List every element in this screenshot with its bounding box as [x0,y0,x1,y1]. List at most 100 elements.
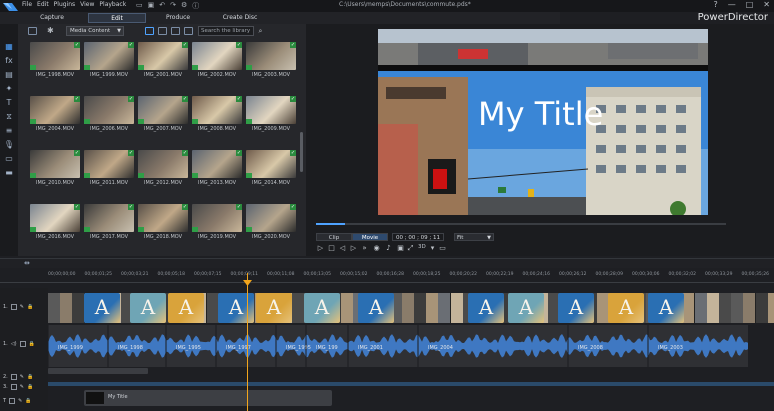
redo-icon[interactable]: ↷ [170,1,176,11]
title-effect-clip[interactable]: A [508,293,544,323]
timecode-display[interactable]: 00 ; 00 ; 09 ; 11 [392,233,444,241]
library-clip[interactable]: ✓ IMG_2008.MOV [192,96,242,134]
new-project-icon[interactable]: ▭ [136,1,143,11]
audio-mixing-icon[interactable]: ≡ [3,125,15,136]
tab-produce[interactable]: Produce [156,13,200,23]
content-type-select[interactable]: Media Content ▼ [66,26,124,36]
undock-icon[interactable]: ▣ [396,244,405,253]
pencil-icon[interactable]: ✎ [20,304,24,310]
menu-edit[interactable]: Edit [37,1,49,8]
play-icon[interactable]: ▷ [316,244,325,253]
title-effect-clip[interactable]: A [218,293,254,323]
track-enable-checkbox[interactable] [10,374,17,380]
track-manager-icon[interactable]: ⇹ [24,259,30,267]
menu-view[interactable]: View [80,1,94,8]
title-effect-clip[interactable]: A [84,293,120,323]
library-clip[interactable]: ✓ IMG_2001.MOV [138,42,188,80]
voiceover-icon[interactable]: 🎙 [3,139,15,150]
title-effect-clip[interactable]: A [468,293,504,323]
zoom-fit-select[interactable]: Fit ▼ [454,233,494,241]
library-clip[interactable]: ✓ IMG_1998.MOV [30,42,80,80]
playhead[interactable] [247,273,248,411]
track-enable-checkbox[interactable] [10,384,17,390]
transition-room-icon[interactable]: ⧖ [3,111,15,122]
audio-track-1[interactable]: IMG_1999 IMG_1998 IMG_1995 IMG_1997 IMG_1995… [48,325,748,367]
preview-scrubber[interactable] [306,220,774,230]
library-clip[interactable]: ✓ IMG_2012.MOV [138,150,188,188]
library-clip[interactable]: ✓ IMG_2002.MOV [192,42,242,80]
library-search-input[interactable]: Search the library [198,26,254,36]
video-track-1[interactable]: AAAAAAAAAAAA [48,293,774,323]
view-video-icon[interactable] [158,27,167,35]
library-clip[interactable]: ✓ IMG_2016.MOV [30,204,80,242]
library-clip[interactable]: ✓ IMG_2004.MOV [30,96,80,134]
title-effect-clip[interactable]: A [256,293,292,323]
tab-create-disc[interactable]: Create Disc [216,13,264,23]
library-clip[interactable]: ✓ IMG_2003.MOV [246,42,296,80]
library-clip[interactable]: ✓ IMG_2019.MOV [192,204,242,242]
library-clip[interactable]: ✓ IMG_2017.MOV [84,204,134,242]
lock-icon[interactable]: 🔒 [27,384,33,390]
track-enable-checkbox[interactable] [19,341,26,347]
title-effect-clip[interactable]: A [304,293,340,323]
3d-toggle[interactable]: 3D [418,244,426,250]
fast-forward-icon[interactable]: » [360,244,369,253]
movie-mode-button[interactable]: Movie [352,233,388,241]
library-scrollbar[interactable] [300,132,303,172]
particle-room-icon[interactable]: ✦ [3,83,15,94]
chapter-room-icon[interactable]: ▭ [3,153,15,164]
lock-icon[interactable]: 🔒 [27,374,33,380]
title-room-icon[interactable]: T [3,97,15,108]
playhead-handle[interactable] [243,280,252,286]
title-clip-bar[interactable]: My Title [84,390,332,406]
fx-room-icon[interactable]: fx [3,55,15,66]
lock-icon[interactable]: 🔒 [27,304,33,310]
next-frame-icon[interactable]: ▷ [349,244,358,253]
progress-track[interactable] [316,223,726,225]
library-clip[interactable]: ✓ IMG_2006.MOV [84,96,134,134]
library-clip[interactable]: ✓ IMG_2007.MOV [138,96,188,134]
info-icon[interactable]: ⓘ [192,1,199,11]
open-icon[interactable]: ▣ [148,1,155,11]
view-thumbnails-icon[interactable] [145,27,154,35]
plugins-icon[interactable]: ✱ [47,26,54,35]
title-effect-clip[interactable]: A [358,293,394,323]
fullscreen-icon[interactable]: ⤢ [406,244,415,253]
pencil-icon[interactable]: ✎ [18,398,22,404]
prev-frame-icon[interactable]: ◁ [338,244,347,253]
track-enable-checkbox[interactable] [10,304,17,310]
clip-mode-button[interactable]: Clip [316,233,352,241]
3d-menu-icon[interactable]: ▾ [428,244,437,253]
volume-icon[interactable]: ♪ [384,244,393,253]
lock-icon[interactable]: 🔒 [25,398,31,404]
title-effect-clip[interactable]: A [608,293,644,323]
library-clip[interactable]: ✓ IMG_2011.MOV [84,150,134,188]
library-clip[interactable]: ✓ IMG_2013.MOV [192,150,242,188]
stop-icon[interactable]: □ [327,244,336,253]
maximize-icon[interactable]: □ [746,0,754,9]
media-room-icon[interactable]: ▦ [3,41,15,52]
library-clip[interactable]: ✓ IMG_2018.MOV [138,204,188,242]
minimize-icon[interactable]: — [728,0,736,9]
track-enable-checkbox[interactable] [9,398,16,404]
pencil-icon[interactable]: ✎ [20,374,24,380]
subtitle-room-icon[interactable]: ▬ [3,167,15,178]
overlay-clip[interactable] [48,368,148,374]
library-clip[interactable]: ✓ IMG_2009.MOV [246,96,296,134]
view-audio-icon[interactable] [184,27,193,35]
library-clip[interactable]: ✓ IMG_2014.MOV [246,150,296,188]
view-image-icon[interactable] [171,27,180,35]
settings-gear-icon[interactable]: ⚙ [181,1,187,11]
audio-track-2-bar[interactable] [48,382,774,386]
title-effect-clip[interactable]: A [558,293,594,323]
pip-room-icon[interactable]: ▤ [3,69,15,80]
title-effect-clip[interactable]: A [130,293,166,323]
menu-file[interactable]: File [22,1,32,8]
lock-icon[interactable]: 🔒 [29,341,35,347]
menu-playback[interactable]: Playback [99,1,126,8]
pencil-icon[interactable]: ✎ [20,384,24,390]
title-overlay-text[interactable]: My Title [478,95,603,133]
tab-edit[interactable]: Edit [88,13,146,23]
title-effect-clip[interactable]: A [648,293,684,323]
import-media-icon[interactable] [28,27,37,35]
